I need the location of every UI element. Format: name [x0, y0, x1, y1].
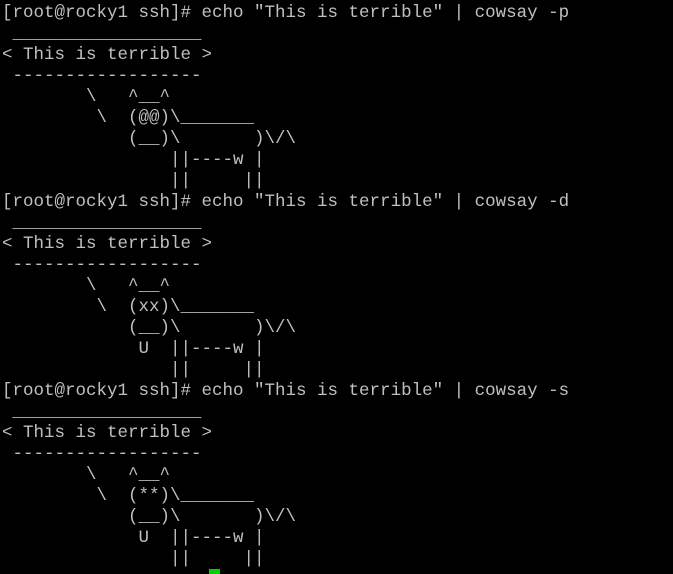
- cow-ascii-line: \ ^__^: [2, 87, 171, 107]
- prompt-line-cowsay-p: [root@rocky1 ssh]# echo "This is terribl…: [2, 3, 570, 23]
- cow-ascii-line: \ (@@)\_______: [2, 108, 255, 128]
- cow-ascii-line: \ ^__^: [2, 465, 171, 485]
- speech-bubble-bottom: ------------------: [2, 66, 202, 86]
- terminal-cursor: [209, 569, 220, 574]
- cow-ascii-line: (__)\ )\/\: [2, 129, 297, 149]
- cow-ascii-line: \ (**)\_______: [2, 486, 255, 506]
- speech-bubble-text: < This is terrible >: [2, 234, 213, 254]
- cow-ascii-line: \ ^__^: [2, 276, 171, 296]
- terminal-window[interactable]: [root@rocky1 ssh]# echo "This is terribl…: [0, 0, 673, 574]
- cow-ascii-line: || ||: [2, 360, 265, 380]
- cow-ascii-line: ||----w |: [2, 150, 265, 170]
- cow-ascii-line: U ||----w |: [2, 528, 265, 548]
- speech-bubble-bottom: ------------------: [2, 255, 202, 275]
- cow-ascii-line: U ||----w |: [2, 339, 265, 359]
- cow-ascii-line: \ (xx)\_______: [2, 297, 255, 317]
- speech-bubble-text: < This is terrible >: [2, 423, 213, 443]
- cow-ascii-line: (__)\ )\/\: [2, 507, 297, 527]
- speech-bubble-bottom: ------------------: [2, 444, 202, 464]
- speech-bubble-text: < This is terrible >: [2, 45, 213, 65]
- cow-ascii-line: || ||: [2, 549, 265, 569]
- speech-bubble-top: __________________: [2, 402, 202, 422]
- cow-ascii-line: || ||: [2, 171, 265, 191]
- terminal-output: [root@rocky1 ssh]# echo "This is terribl…: [0, 0, 673, 570]
- cow-ascii-line: (__)\ )\/\: [2, 318, 297, 338]
- prompt-line-cowsay-s: [root@rocky1 ssh]# echo "This is terribl…: [2, 381, 570, 401]
- speech-bubble-top: __________________: [2, 24, 202, 44]
- prompt-line-cowsay-d: [root@rocky1 ssh]# echo "This is terribl…: [2, 192, 570, 212]
- speech-bubble-top: __________________: [2, 213, 202, 233]
